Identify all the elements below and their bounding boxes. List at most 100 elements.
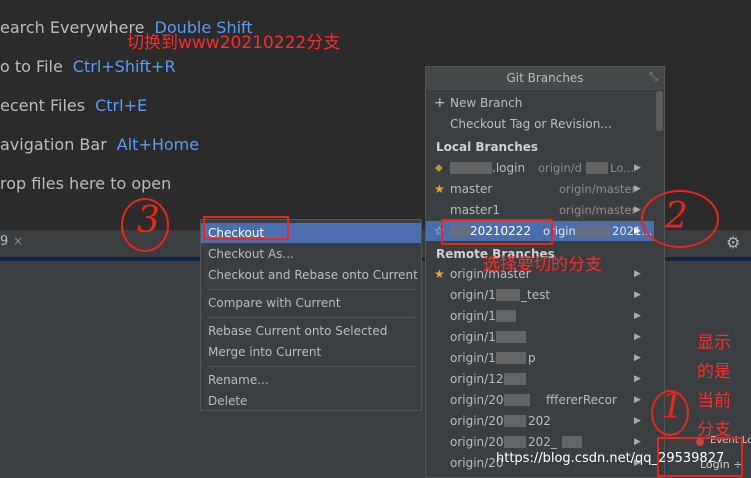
- menu-item-delete[interactable]: Delete: [201, 391, 421, 411]
- blurred-text: [504, 373, 526, 385]
- hint-recent-files: ecent Files Ctrl+E: [0, 96, 147, 115]
- blurred-text: [504, 415, 526, 427]
- branch-tracking: origin/d: [538, 161, 582, 175]
- blurred-text: [586, 162, 608, 174]
- remote-branch-item[interactable]: origin/1 ▶: [426, 327, 654, 347]
- hint-navigation-bar: avigation Bar Alt+Home: [0, 135, 199, 154]
- scrollbar[interactable]: [656, 91, 663, 131]
- menu-item-checkout-as[interactable]: Checkout As...: [201, 244, 421, 264]
- branch-tracking: origin/master: [559, 182, 637, 196]
- chevron-right-icon: ▶: [634, 353, 641, 363]
- chevron-right-icon: ▶: [634, 226, 641, 236]
- menu-separator: [207, 317, 415, 318]
- menu-item-compare[interactable]: Compare with Current: [201, 293, 421, 313]
- branch-context-menu: Checkout Checkout As... Checkout and Reb…: [200, 219, 422, 411]
- action-new-branch[interactable]: + New Branch: [426, 93, 654, 113]
- branch-name: origin/20: [450, 393, 504, 407]
- branch-tracking-suffix: Lo...: [610, 161, 635, 175]
- branch-name: master: [450, 182, 493, 196]
- remote-branch-item[interactable]: origin/12 ▶: [426, 369, 654, 389]
- branch-suffix: _test: [521, 288, 551, 302]
- blurred-text: [496, 331, 526, 343]
- menu-item-merge[interactable]: Merge into Current: [201, 342, 421, 362]
- chevron-right-icon: ▶: [634, 269, 641, 279]
- annotation-switch-to: 切换到www20210222分支: [127, 33, 341, 53]
- hint-label: earch Everywhere: [0, 18, 145, 37]
- remote-branch-item[interactable]: origin/20 202_ ▶: [426, 432, 654, 452]
- branch-item[interactable]: master1 origin/master ▶: [426, 200, 654, 220]
- blurred-text: [562, 436, 582, 448]
- blurred-text: [450, 162, 492, 174]
- menu-item-rename[interactable]: Rename...: [201, 370, 421, 390]
- action-label: Checkout Tag or Revision...: [450, 117, 612, 131]
- branch-item[interactable]: ★ master origin/master ▶: [426, 179, 654, 199]
- action-label: New Branch: [450, 96, 523, 110]
- blurred-text: [504, 394, 530, 406]
- blurred-text: [496, 289, 520, 301]
- branch-suffix: p: [528, 351, 536, 365]
- branch-name: origin/12: [450, 372, 504, 386]
- annotation-box-branch: [441, 219, 553, 245]
- chevron-right-icon: ▶: [634, 311, 641, 321]
- menu-item-checkout-rebase[interactable]: Checkout and Rebase onto Current: [201, 265, 421, 285]
- chevron-right-icon: ▶: [634, 205, 641, 215]
- annotation-line: 当前: [697, 391, 731, 411]
- annotation-number-2: 2: [665, 196, 688, 237]
- menu-separator: [207, 366, 415, 367]
- hint-key: Alt+Home: [116, 135, 200, 154]
- hint-key: Ctrl+Shift+R: [72, 57, 176, 76]
- popup-title: Git Branches: [426, 67, 664, 90]
- close-icon[interactable]: ×: [13, 234, 23, 248]
- annotation-line: 的是: [697, 362, 731, 382]
- branch-name: origin/1: [450, 351, 496, 365]
- tool-tab-number[interactable]: 9: [0, 234, 8, 249]
- blurred-text: [496, 352, 526, 364]
- branch-name: master1: [450, 203, 500, 217]
- branch-suffix: fffererRecor: [546, 393, 617, 407]
- hint-go-to-file: o to File Ctrl+Shift+R: [0, 57, 176, 76]
- local-branches-header: Local Branches: [436, 140, 539, 154]
- branch-name: .login: [492, 161, 526, 175]
- blurred-text: [496, 310, 516, 322]
- remote-branch-item[interactable]: origin/20 202 ▶: [426, 411, 654, 431]
- chevron-right-icon: ▶: [634, 163, 641, 173]
- branch-name: origin/1: [450, 288, 496, 302]
- branch-suffix: 202: [528, 414, 551, 428]
- hint-label: rop files here to open: [0, 174, 172, 193]
- branch-name: origin/1: [450, 309, 496, 323]
- remote-branch-item[interactable]: origin/20 fffererRecor ▶: [426, 390, 654, 410]
- annotation-box-checkout: [203, 216, 289, 240]
- chevron-right-icon: ▶: [634, 437, 641, 447]
- hint-drop-files: rop files here to open: [0, 174, 171, 193]
- menu-item-rebase[interactable]: Rebase Current onto Selected: [201, 321, 421, 341]
- star-icon: ★: [434, 182, 445, 196]
- hint-label: o to File: [0, 57, 63, 76]
- branch-suffix: 202_: [528, 435, 557, 449]
- branch-tracking: origin/master: [559, 203, 637, 217]
- annotation-select-branch: 选择要切的分支: [483, 255, 602, 275]
- blurred-text: [504, 436, 526, 448]
- chevron-right-icon: ▶: [634, 416, 641, 426]
- annotation-number-3: 3: [137, 200, 160, 241]
- star-icon: ★: [434, 267, 445, 281]
- hint-key: Ctrl+E: [95, 96, 148, 115]
- branch-name: origin/1: [450, 330, 496, 344]
- branch-item[interactable]: ⬥ .login origin/d Lo... ▶: [426, 158, 654, 178]
- branch-name: origin/20: [450, 435, 504, 449]
- branch-name: origin/20: [450, 414, 504, 428]
- remote-branch-item[interactable]: origin/1 ▶: [426, 306, 654, 326]
- annotation-line: 显示: [697, 333, 731, 353]
- chevron-right-icon: ▶: [634, 374, 641, 384]
- plus-icon: +: [434, 95, 446, 111]
- collapse-icon[interactable]: ⤡: [649, 70, 658, 84]
- remote-branch-item[interactable]: origin/1 _test ▶: [426, 285, 654, 305]
- annotation-box-status: [657, 437, 743, 477]
- blurred-text: [576, 225, 610, 237]
- hint-label: avigation Bar: [0, 135, 107, 154]
- chevron-right-icon: ▶: [634, 290, 641, 300]
- gear-icon[interactable]: ⚙: [726, 233, 740, 252]
- remote-branch-item[interactable]: origin/1 p ▶: [426, 348, 654, 368]
- action-checkout-tag[interactable]: Checkout Tag or Revision...: [426, 114, 654, 134]
- chevron-right-icon: ▶: [634, 395, 641, 405]
- chevron-right-icon: ▶: [634, 184, 641, 194]
